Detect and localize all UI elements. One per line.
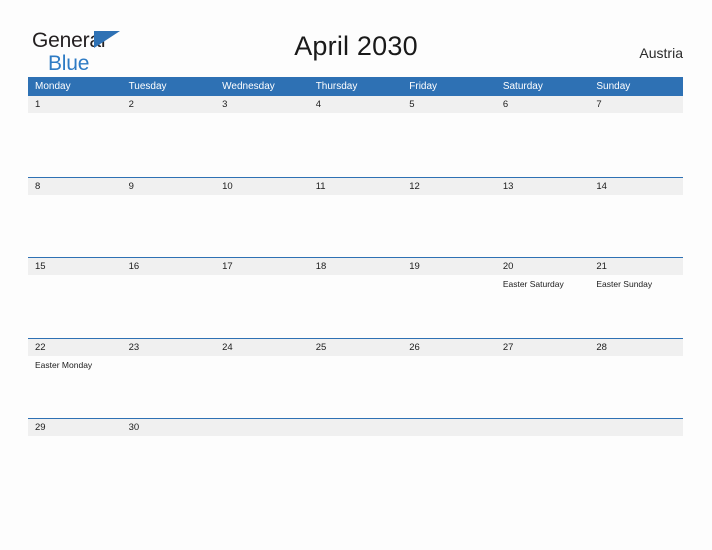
weekday-header-row: Monday Tuesday Wednesday Thursday Friday… [28, 77, 683, 96]
day-cell[interactable]: 8 [28, 178, 122, 258]
day-number: 1 [35, 99, 41, 110]
day-cell[interactable]: 29 [28, 419, 122, 499]
day-number: 22 [35, 341, 46, 353]
day-number: 13 [502, 180, 514, 192]
day-number: 28 [596, 341, 607, 353]
day-number: 20 [502, 261, 514, 272]
day-number: 14 [596, 180, 607, 192]
day-number: 6 [502, 99, 509, 110]
day-number: 9 [128, 180, 134, 192]
day-number: 23 [128, 341, 140, 353]
day-number: 10 [222, 180, 233, 192]
day-cell-empty [215, 419, 309, 499]
day-number: 12 [409, 180, 420, 192]
day-cell[interactable]: 18 [309, 258, 403, 338]
day-cell[interactable]: 22 Easter Monday [28, 339, 122, 419]
calendar-week-row: 15 16 17 18 19 20 Easter Saturday 21 Eas… [28, 257, 683, 338]
day-cell[interactable]: 30 [122, 419, 216, 499]
day-event: Easter Saturday [502, 279, 564, 289]
day-cell[interactable]: 5 [402, 96, 496, 177]
day-number: 11 [315, 180, 326, 192]
day-cell[interactable]: 16 [122, 258, 216, 338]
day-cell[interactable]: 4 [309, 96, 403, 177]
calendar-week-row: 8 9 10 11 12 13 14 [28, 176, 683, 258]
day-cell-empty [589, 419, 683, 499]
day-cell[interactable]: 2 [122, 96, 216, 177]
day-number: 16 [128, 261, 140, 272]
day-number: 24 [222, 341, 233, 353]
day-cell[interactable]: 7 [589, 96, 683, 177]
day-cell[interactable]: 6 [496, 96, 590, 177]
day-cell[interactable]: 25 [309, 339, 403, 419]
day-cell-empty [309, 419, 403, 499]
page-title: April 2030 [294, 31, 418, 61]
day-cell[interactable]: 14 [589, 178, 683, 258]
day-number: 25 [315, 341, 327, 353]
day-cell[interactable]: 17 [215, 258, 309, 338]
day-cell[interactable]: 9 [122, 178, 216, 258]
day-number: 3 [222, 99, 228, 110]
day-number: 17 [222, 261, 233, 272]
day-event: Easter Monday [35, 359, 93, 370]
day-cell[interactable]: 24 [215, 339, 309, 419]
day-cell[interactable]: 11 [309, 178, 403, 258]
day-cell[interactable]: 10 [215, 178, 309, 258]
day-cell[interactable]: 15 [28, 258, 122, 338]
day-number: 15 [35, 261, 46, 272]
day-cell[interactable]: 13 [496, 178, 590, 258]
day-cell[interactable]: 26 [402, 339, 496, 419]
day-number: 18 [315, 261, 327, 272]
day-number: 30 [128, 422, 140, 433]
day-number: 29 [35, 422, 46, 433]
day-cell[interactable]: 21 Easter Sunday [589, 258, 683, 338]
day-number: 19 [409, 261, 420, 272]
weekday-header-thursday: Thursday [315, 81, 358, 92]
day-cell[interactable]: 23 [122, 339, 216, 419]
day-cell[interactable]: 3 [215, 96, 309, 177]
day-cell[interactable]: 12 [402, 178, 496, 258]
calendar-week-row: 22 Easter Monday 23 24 25 26 27 28 [28, 337, 683, 419]
day-cell-empty [496, 419, 590, 499]
day-number: 2 [128, 99, 134, 110]
weekday-header-wednesday: Wednesday [222, 81, 275, 92]
page-header: General Blue April 2030 Austria [0, 0, 712, 76]
day-cell[interactable]: 27 [496, 339, 590, 419]
day-number: 7 [596, 99, 602, 110]
weekday-header-monday: Monday [35, 81, 71, 92]
day-cell[interactable]: 1 [28, 96, 122, 177]
day-number: 27 [502, 341, 514, 353]
weekday-header-friday: Friday [409, 81, 438, 92]
calendar-week-row: 1 2 3 4 5 6 7 [28, 96, 683, 177]
weekday-header-saturday: Saturday [502, 81, 543, 92]
weekday-header-tuesday: Tuesday [128, 81, 167, 92]
day-cell-empty [402, 419, 496, 499]
day-number: 8 [35, 180, 41, 192]
calendar-week-row: 29 30 [28, 418, 683, 499]
day-number: 4 [315, 99, 321, 110]
region-label: Austria [639, 45, 683, 61]
day-event: Easter Sunday [596, 279, 653, 289]
day-cell[interactable]: 28 [589, 339, 683, 419]
day-number: 21 [596, 261, 607, 272]
day-number: 26 [409, 341, 420, 353]
calendar-grid: Monday Tuesday Wednesday Thursday Friday… [28, 77, 683, 499]
day-cell[interactable]: 19 [402, 258, 496, 338]
weekday-header-sunday: Sunday [596, 81, 631, 92]
day-number: 5 [409, 99, 415, 110]
day-cell[interactable]: 20 Easter Saturday [496, 258, 590, 338]
